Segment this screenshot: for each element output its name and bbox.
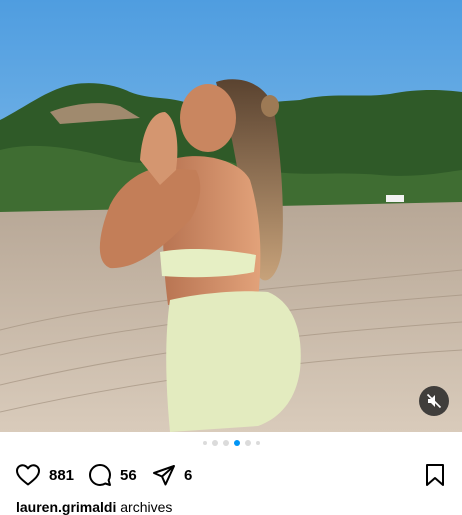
heart-icon [16,464,40,486]
like-button[interactable]: 881 [15,460,74,490]
post-caption: lauren.grimaldi archives [16,499,172,515]
carousel-dot [255,441,260,445]
speaker-muted-icon [426,393,442,409]
share-button[interactable]: 6 [152,460,192,490]
save-button[interactable] [424,460,446,490]
comment-count[interactable]: 56 [120,467,137,484]
post-photo [0,0,462,432]
caption-text: archives [120,499,173,515]
carousel-dot [244,440,251,446]
send-icon [153,465,175,486]
post-actions-bar: 881 56 6 [0,460,462,490]
like-count[interactable]: 881 [49,467,74,484]
comment-icon [89,464,111,486]
carousel-dot [202,441,207,445]
mute-button[interactable] [419,386,449,416]
comment-button[interactable]: 56 [88,460,137,490]
carousel-indicator [0,440,462,446]
share-count[interactable]: 6 [184,467,192,484]
caption-username[interactable]: lauren.grimaldi [16,499,116,515]
carousel-dot-active [233,440,240,446]
carousel-dot [222,440,229,446]
post-media[interactable] [0,0,462,432]
bookmark-icon [426,464,444,486]
carousel-dot [211,440,218,446]
